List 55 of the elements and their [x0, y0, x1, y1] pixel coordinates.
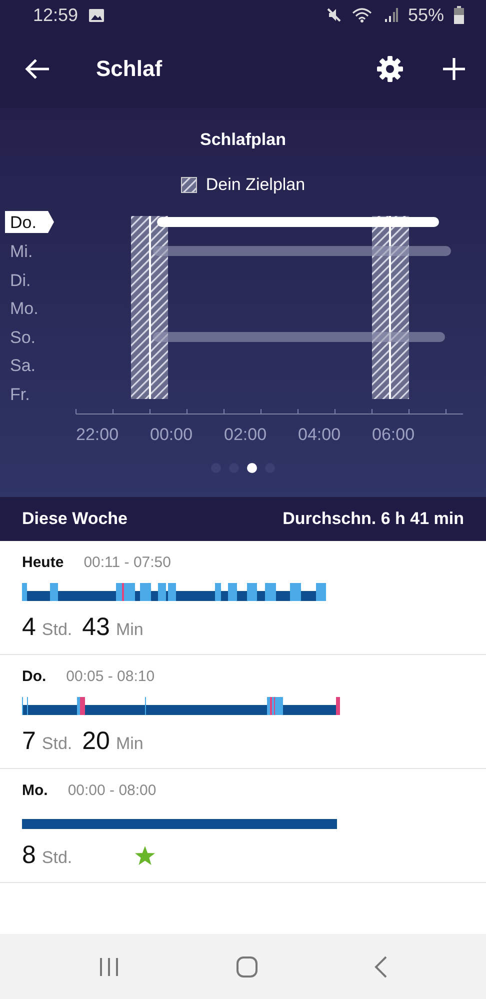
wifi-icon [352, 7, 374, 23]
battery-percent: 55% [408, 4, 444, 26]
back-nav-button[interactable] [374, 956, 388, 978]
hatched-square-icon [180, 177, 197, 193]
duration-unit: Min [116, 620, 144, 640]
page-dot[interactable] [247, 463, 257, 473]
home-button[interactable] [236, 956, 258, 978]
entry-day: Mo. [22, 782, 48, 799]
duration-unit: Std. [42, 848, 72, 868]
signal-icon [384, 7, 398, 23]
back-arrow-icon [24, 58, 50, 80]
day-label[interactable]: So. [10, 328, 36, 347]
home-icon [236, 956, 258, 978]
entry-time-range: 00:11 - 07:50 [84, 554, 171, 571]
screen-title: Schlaf [96, 56, 164, 82]
chart-title: Schlafplan [200, 130, 286, 150]
duration-value: 43 [82, 613, 110, 642]
back-button[interactable] [24, 58, 50, 80]
day-label[interactable]: Di. [10, 271, 31, 290]
week-average: Durchschn. 6 h 41 min [282, 509, 464, 529]
entry-time-range: 00:05 - 08:10 [66, 668, 155, 685]
star-icon [134, 844, 156, 866]
day-label[interactable]: Mi. [10, 242, 33, 261]
recent-apps-icon [98, 956, 120, 976]
axis-label: 02:00 [224, 425, 267, 444]
status-time: 12:59 [33, 4, 78, 26]
day-label[interactable]: Mo. [10, 299, 38, 318]
add-button[interactable] [442, 57, 466, 81]
day-label[interactable]: Sa. [10, 356, 36, 375]
duration-value: 7 [22, 727, 36, 756]
duration-unit: Min [116, 734, 144, 754]
day-tab[interactable]: Do. [5, 211, 54, 233]
week-title: Diese Woche [22, 509, 128, 529]
entry-time-range: 00:00 - 08:00 [68, 782, 156, 799]
entry-day: Heute [22, 554, 64, 571]
duration-value: 20 [82, 727, 110, 756]
entry-day: Do. [22, 668, 46, 685]
plus-icon [442, 57, 466, 81]
settings-icon [376, 55, 404, 83]
image-icon [88, 8, 106, 22]
axis-label: 22:00 [76, 425, 119, 444]
duration-value: 4 [22, 613, 36, 642]
duration-unit: Std. [42, 734, 72, 754]
duration-unit: Std. [42, 620, 72, 640]
recent-apps-button[interactable] [98, 956, 120, 976]
axis-label: 06:00 [372, 425, 415, 444]
settings-button[interactable] [376, 55, 404, 83]
day-label[interactable]: Fr. [10, 385, 30, 404]
legend-label: Dein Zielplan [206, 175, 306, 195]
battery-icon [454, 6, 464, 24]
axis-label: 00:00 [150, 425, 193, 444]
duration-value: 8 [22, 841, 36, 870]
mute-icon [326, 7, 342, 23]
chevron-left-icon [374, 956, 388, 978]
axis-label: 04:00 [298, 425, 341, 444]
